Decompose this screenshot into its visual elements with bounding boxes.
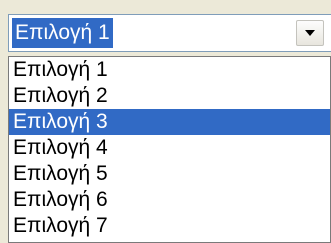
dropdown-option-3[interactable]: Επιλογή 3 (9, 109, 330, 135)
dropdown-list[interactable]: Επιλογή 1 Επιλογή 2 Επιλογή 3 Επιλογή 4 … (8, 56, 331, 243)
dropdown-option-7[interactable]: Επιλογή 7 (9, 213, 330, 239)
combo-selected-value[interactable]: Επιλογή 1 (12, 18, 113, 48)
dropdown-button[interactable] (296, 20, 324, 46)
dropdown-option-1[interactable]: Επιλογή 1 (9, 57, 330, 83)
dropdown-option-6[interactable]: Επιλογή 6 (9, 187, 330, 213)
dropdown-option-2[interactable]: Επιλογή 2 (9, 83, 330, 109)
dropdown-option-5[interactable]: Επιλογή 5 (9, 161, 330, 187)
combo-box[interactable]: Επιλογή 1 (8, 14, 331, 52)
dropdown-option-4[interactable]: Επιλογή 4 (9, 135, 330, 161)
chevron-down-icon (305, 30, 315, 36)
